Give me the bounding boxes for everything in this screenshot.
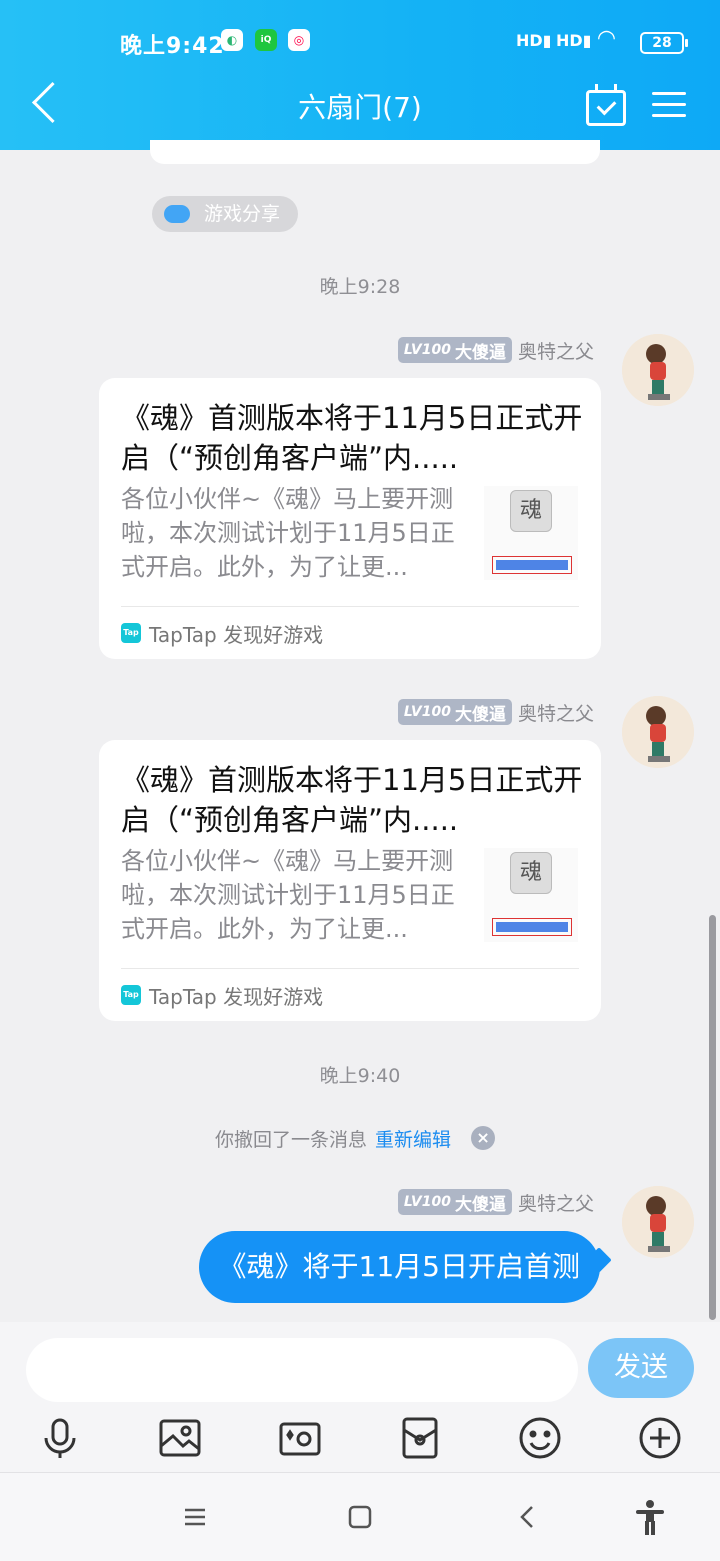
- recall-text: 你撤回了一条消息: [215, 1128, 368, 1151]
- link-card[interactable]: 《魂》首测版本将于11月5日正式开启（“预创角客户端”内..... 各位小伙伴~…: [99, 378, 601, 659]
- accessibility-icon[interactable]: [630, 1499, 670, 1535]
- image-icon[interactable]: [158, 1416, 202, 1460]
- game-share-tag[interactable]: 游戏分享: [152, 196, 299, 232]
- avatar[interactable]: [622, 696, 694, 768]
- wifi-icon: ◠: [598, 26, 615, 51]
- title-badge: 大傻逼: [454, 704, 506, 725]
- link-card[interactable]: 《魂》首测版本将于11月5日正式开启（“预创角客户端”内..... 各位小伙伴~…: [99, 740, 601, 1021]
- back-nav-icon[interactable]: [508, 1499, 548, 1535]
- sender-name[interactable]: 奥特之父: [518, 1189, 594, 1216]
- calendar-check-icon[interactable]: [586, 84, 626, 126]
- re-edit-link[interactable]: 重新编辑: [375, 1125, 451, 1152]
- card-title: 《魂》首测版本将于11月5日正式开启（“预创角客户端”内.....: [121, 401, 583, 475]
- microphone-icon[interactable]: [38, 1416, 82, 1460]
- battery-icon: 28: [640, 32, 688, 54]
- card-description: 各位小伙伴~《魂》马上要开测啦，本次测试计划于11月5日正式开启。此外，为了让更…: [121, 847, 455, 943]
- card-divider: [121, 968, 579, 969]
- plus-icon[interactable]: [638, 1416, 682, 1460]
- card-source: Tap TapTap 发现好游戏: [121, 618, 323, 648]
- previous-card-edge: [150, 140, 600, 164]
- scrollbar[interactable]: [709, 915, 716, 1320]
- sender-name[interactable]: 奥特之父: [518, 337, 594, 364]
- taptap-icon: Tap: [121, 623, 141, 643]
- level-badge: LV100 大傻逼: [397, 337, 512, 363]
- sender-name[interactable]: 奥特之父: [518, 699, 594, 726]
- status-bar: 晚上9:42 ◐ iQ ◎ HD▮ HD▮ ◠ 28: [0, 26, 720, 59]
- card-source-label: TapTap 发现好游戏: [149, 622, 324, 647]
- signal-icon-2: HD▮: [556, 31, 592, 50]
- card-divider: [121, 606, 579, 607]
- avatar[interactable]: [622, 334, 694, 406]
- timestamp: 晚上9:40: [319, 1065, 401, 1087]
- card-thumbnail: 魂: [484, 486, 578, 580]
- game-logo-icon: 魂: [510, 490, 552, 532]
- thumbnail-button: [492, 556, 572, 574]
- level-text: LV100: [403, 1194, 451, 1210]
- card-source: Tap TapTap 发现好游戏: [121, 980, 323, 1010]
- game-logo-icon: 魂: [510, 852, 552, 894]
- sender-info: LV100 大傻逼 奥特之父: [397, 698, 594, 726]
- timestamp: 晚上9:28: [319, 276, 401, 298]
- emoji-icon[interactable]: [518, 1416, 562, 1460]
- game-share-label: 游戏分享: [204, 203, 281, 225]
- thumbnail-button: [492, 918, 572, 936]
- level-badge: LV100 大傻逼: [397, 699, 512, 725]
- card-title: 《魂》首测版本将于11月5日正式开启（“预创角客户端”内.....: [121, 763, 583, 837]
- card-description: 各位小伙伴~《魂》马上要开测啦，本次测试计划于11月5日正式开启。此外，为了让更…: [121, 485, 455, 581]
- recall-notice: 你撤回了一条消息 重新编辑 ×: [215, 1124, 496, 1152]
- system-nav-bar: [0, 1472, 720, 1561]
- red-packet-icon[interactable]: [398, 1416, 442, 1460]
- input-bar: 发送: [0, 1322, 720, 1472]
- recents-icon[interactable]: [175, 1499, 215, 1535]
- card-thumbnail: 魂: [484, 848, 578, 942]
- sports-app-icon: ◎: [288, 29, 310, 51]
- gamepad-icon: [164, 205, 190, 223]
- status-time: 晚上9:42: [120, 34, 225, 59]
- top-bar: 晚上9:42 ◐ iQ ◎ HD▮ HD▮ ◠ 28 六扇门(7): [0, 0, 720, 150]
- card-source-label: TapTap 发现好游戏: [149, 984, 324, 1009]
- notification-app-icon: ◐: [221, 29, 243, 51]
- sender-info: LV100 大傻逼 奥特之父: [397, 1188, 594, 1216]
- taptap-icon: Tap: [121, 985, 141, 1005]
- message-input[interactable]: [26, 1338, 578, 1402]
- menu-icon[interactable]: [652, 92, 686, 118]
- title-badge: 大傻逼: [454, 1194, 506, 1215]
- home-icon[interactable]: [340, 1499, 380, 1535]
- close-icon[interactable]: ×: [471, 1126, 496, 1150]
- camera-icon[interactable]: [278, 1416, 322, 1460]
- message-bubble[interactable]: 《魂》将于11月5日开启首测: [198, 1231, 600, 1303]
- title-badge: 大傻逼: [454, 342, 506, 363]
- signal-icon: HD▮: [516, 31, 552, 50]
- level-text: LV100: [403, 342, 451, 358]
- level-text: LV100: [403, 704, 451, 720]
- level-badge: LV100 大傻逼: [397, 1189, 512, 1215]
- send-button[interactable]: 发送: [588, 1338, 694, 1398]
- avatar[interactable]: [622, 1186, 694, 1258]
- sender-info: LV100 大傻逼 奥特之父: [397, 336, 594, 364]
- iqiyi-icon: iQ: [255, 29, 277, 51]
